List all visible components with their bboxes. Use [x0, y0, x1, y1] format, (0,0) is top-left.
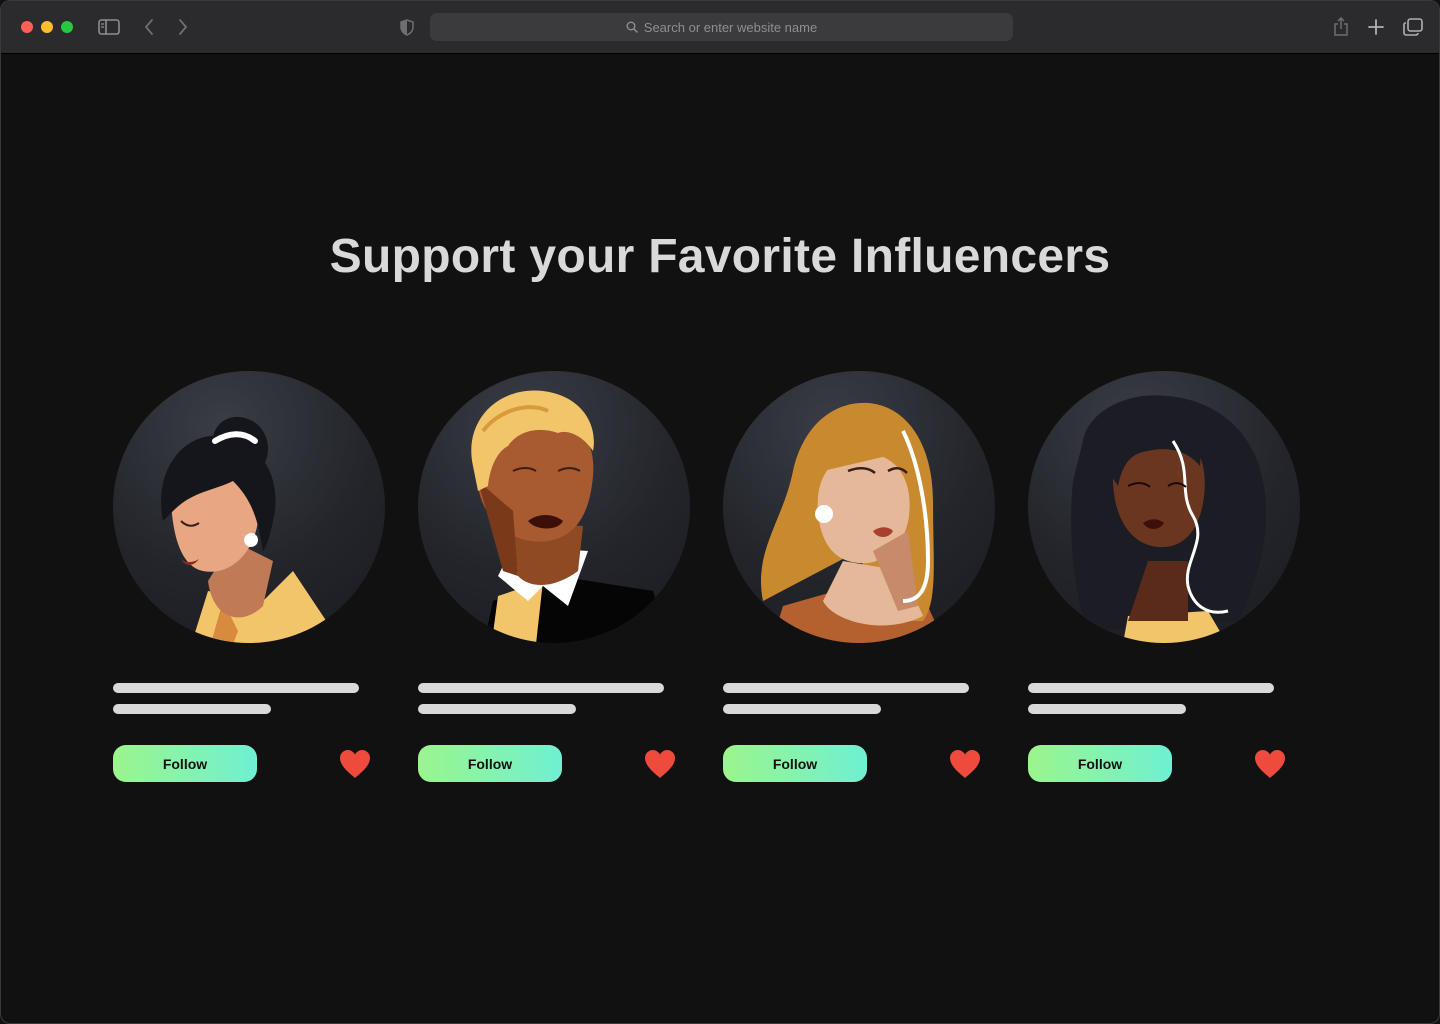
share-icon[interactable] [1330, 16, 1352, 38]
heart-icon[interactable] [1253, 748, 1287, 780]
browser-toolbar: Search or enter website name [1, 1, 1439, 54]
address-placeholder: Search or enter website name [643, 19, 818, 35]
chevron-right-icon[interactable] [173, 16, 193, 38]
influencer-card: Follow [723, 371, 995, 791]
influencer-card: Follow [1028, 371, 1300, 791]
avatar [418, 371, 690, 643]
chevron-left-icon[interactable] [139, 16, 159, 38]
subtitle-placeholder-line [723, 704, 881, 714]
avatar [113, 371, 385, 643]
influencer-card: Follow [113, 371, 385, 791]
plus-icon[interactable] [1365, 16, 1387, 38]
subtitle-placeholder-line [113, 704, 271, 714]
search-icon [626, 21, 638, 33]
name-placeholder-line [723, 683, 969, 693]
follow-button[interactable]: Follow [1028, 745, 1172, 782]
heart-icon[interactable] [643, 748, 677, 780]
zoom-window-button[interactable] [61, 21, 73, 33]
name-placeholder-line [1028, 683, 1274, 693]
close-window-button[interactable] [21, 21, 33, 33]
address-bar[interactable]: Search or enter website name [430, 13, 1013, 41]
subtitle-placeholder-line [1028, 704, 1186, 714]
subtitle-placeholder-line [418, 704, 576, 714]
follow-button[interactable]: Follow [723, 745, 867, 782]
heart-icon[interactable] [338, 748, 372, 780]
avatar [723, 371, 995, 643]
heart-icon[interactable] [948, 748, 982, 780]
follow-button[interactable]: Follow [113, 745, 257, 782]
name-placeholder-line [113, 683, 359, 693]
follow-button[interactable]: Follow [418, 745, 562, 782]
sidebar-icon[interactable] [97, 16, 121, 38]
name-placeholder-line [418, 683, 664, 693]
influencer-card: Follow [418, 371, 690, 791]
minimize-window-button[interactable] [41, 21, 53, 33]
browser-window: Search or enter website name Support you… [0, 0, 1440, 1024]
shield-icon[interactable] [397, 16, 417, 38]
tabs-icon[interactable] [1402, 16, 1424, 38]
page-title: Support your Favorite Influencers [329, 230, 1111, 283]
avatar [1028, 371, 1300, 643]
